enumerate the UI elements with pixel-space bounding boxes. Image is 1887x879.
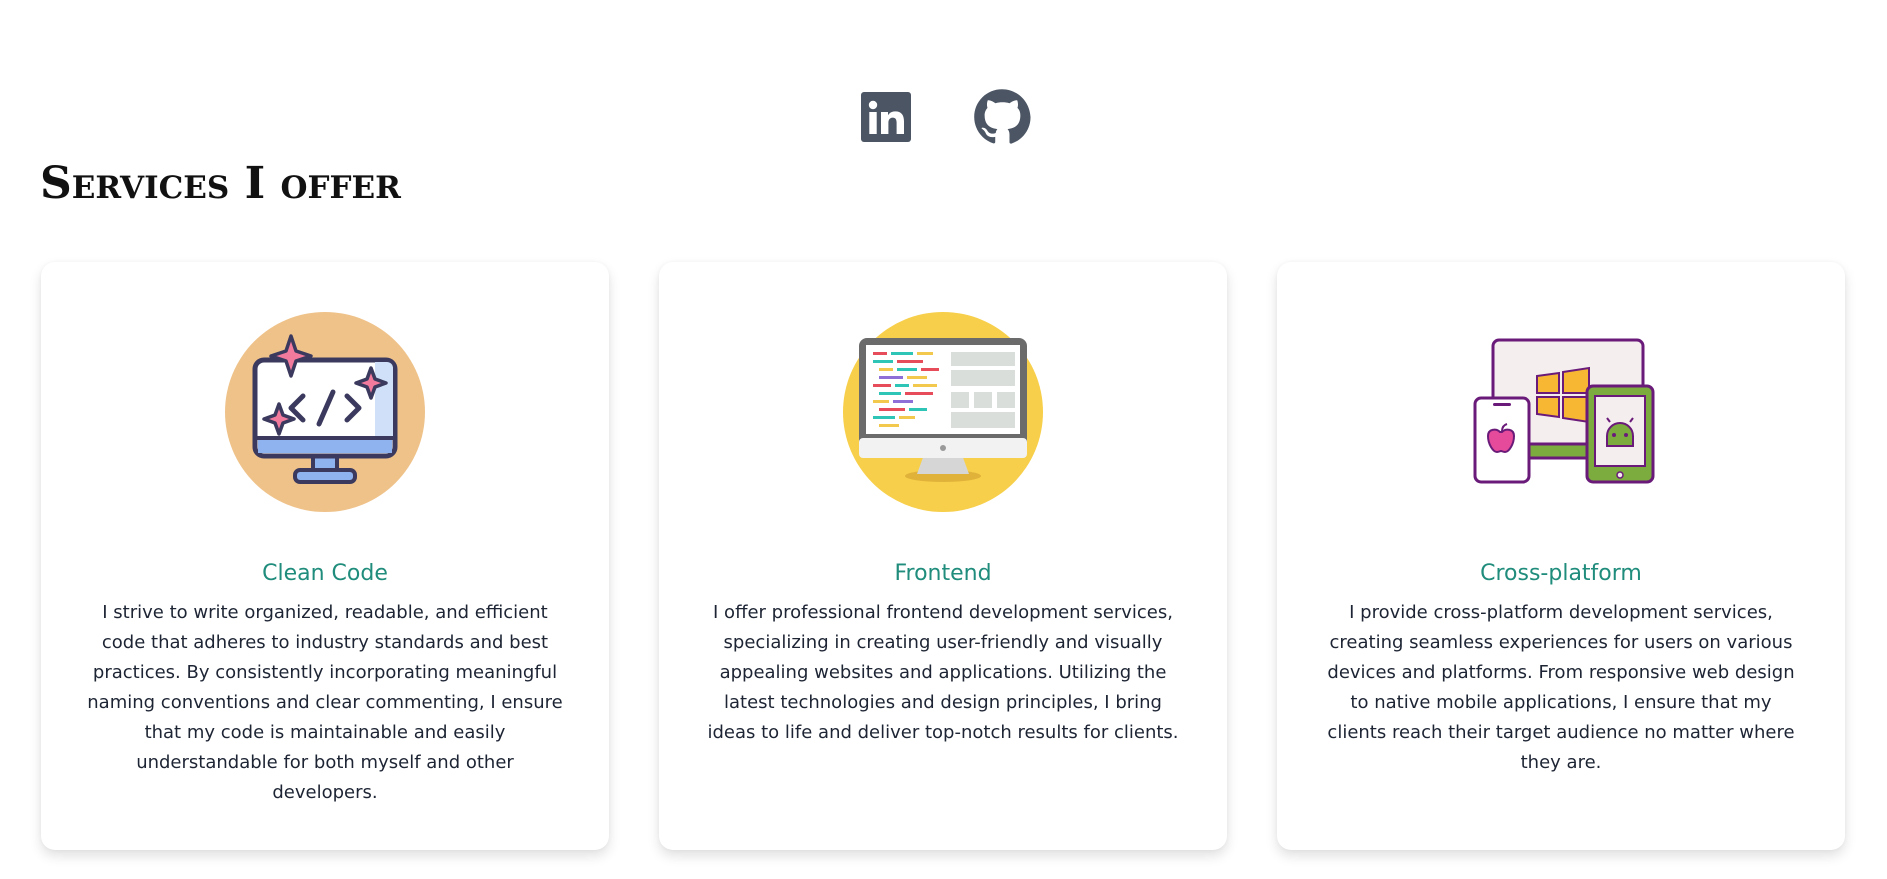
linkedin-link[interactable]: [857, 88, 915, 146]
service-card-cross-platform: Cross-platform I provide cross-platform …: [1277, 262, 1845, 850]
card-title: Frontend: [894, 561, 992, 586]
section-title: Services I offer: [40, 158, 401, 209]
card-title: Cross-platform: [1480, 561, 1642, 586]
desktop-frontend-icon: [843, 312, 1043, 512]
services-page: Services I offer Clean Code I strive to …: [0, 0, 1887, 879]
service-card-frontend: Frontend I offer professional frontend d…: [659, 262, 1227, 850]
social-links: [0, 88, 1887, 146]
services-cards: Clean Code I strive to write organized, …: [41, 262, 1845, 850]
card-description: I strive to write organized, readable, a…: [87, 602, 563, 803]
multi-device-icon: [1473, 338, 1655, 484]
card-title: Clean Code: [262, 561, 388, 586]
card-description: I offer professional frontend developmen…: [707, 602, 1179, 743]
card-description: I provide cross-platform development ser…: [1327, 602, 1795, 773]
github-icon: [973, 89, 1031, 144]
monitor-code-icon: [225, 312, 425, 512]
github-link[interactable]: [973, 88, 1031, 146]
linkedin-icon: [860, 92, 911, 142]
service-card-clean-code: Clean Code I strive to write organized, …: [41, 262, 609, 850]
